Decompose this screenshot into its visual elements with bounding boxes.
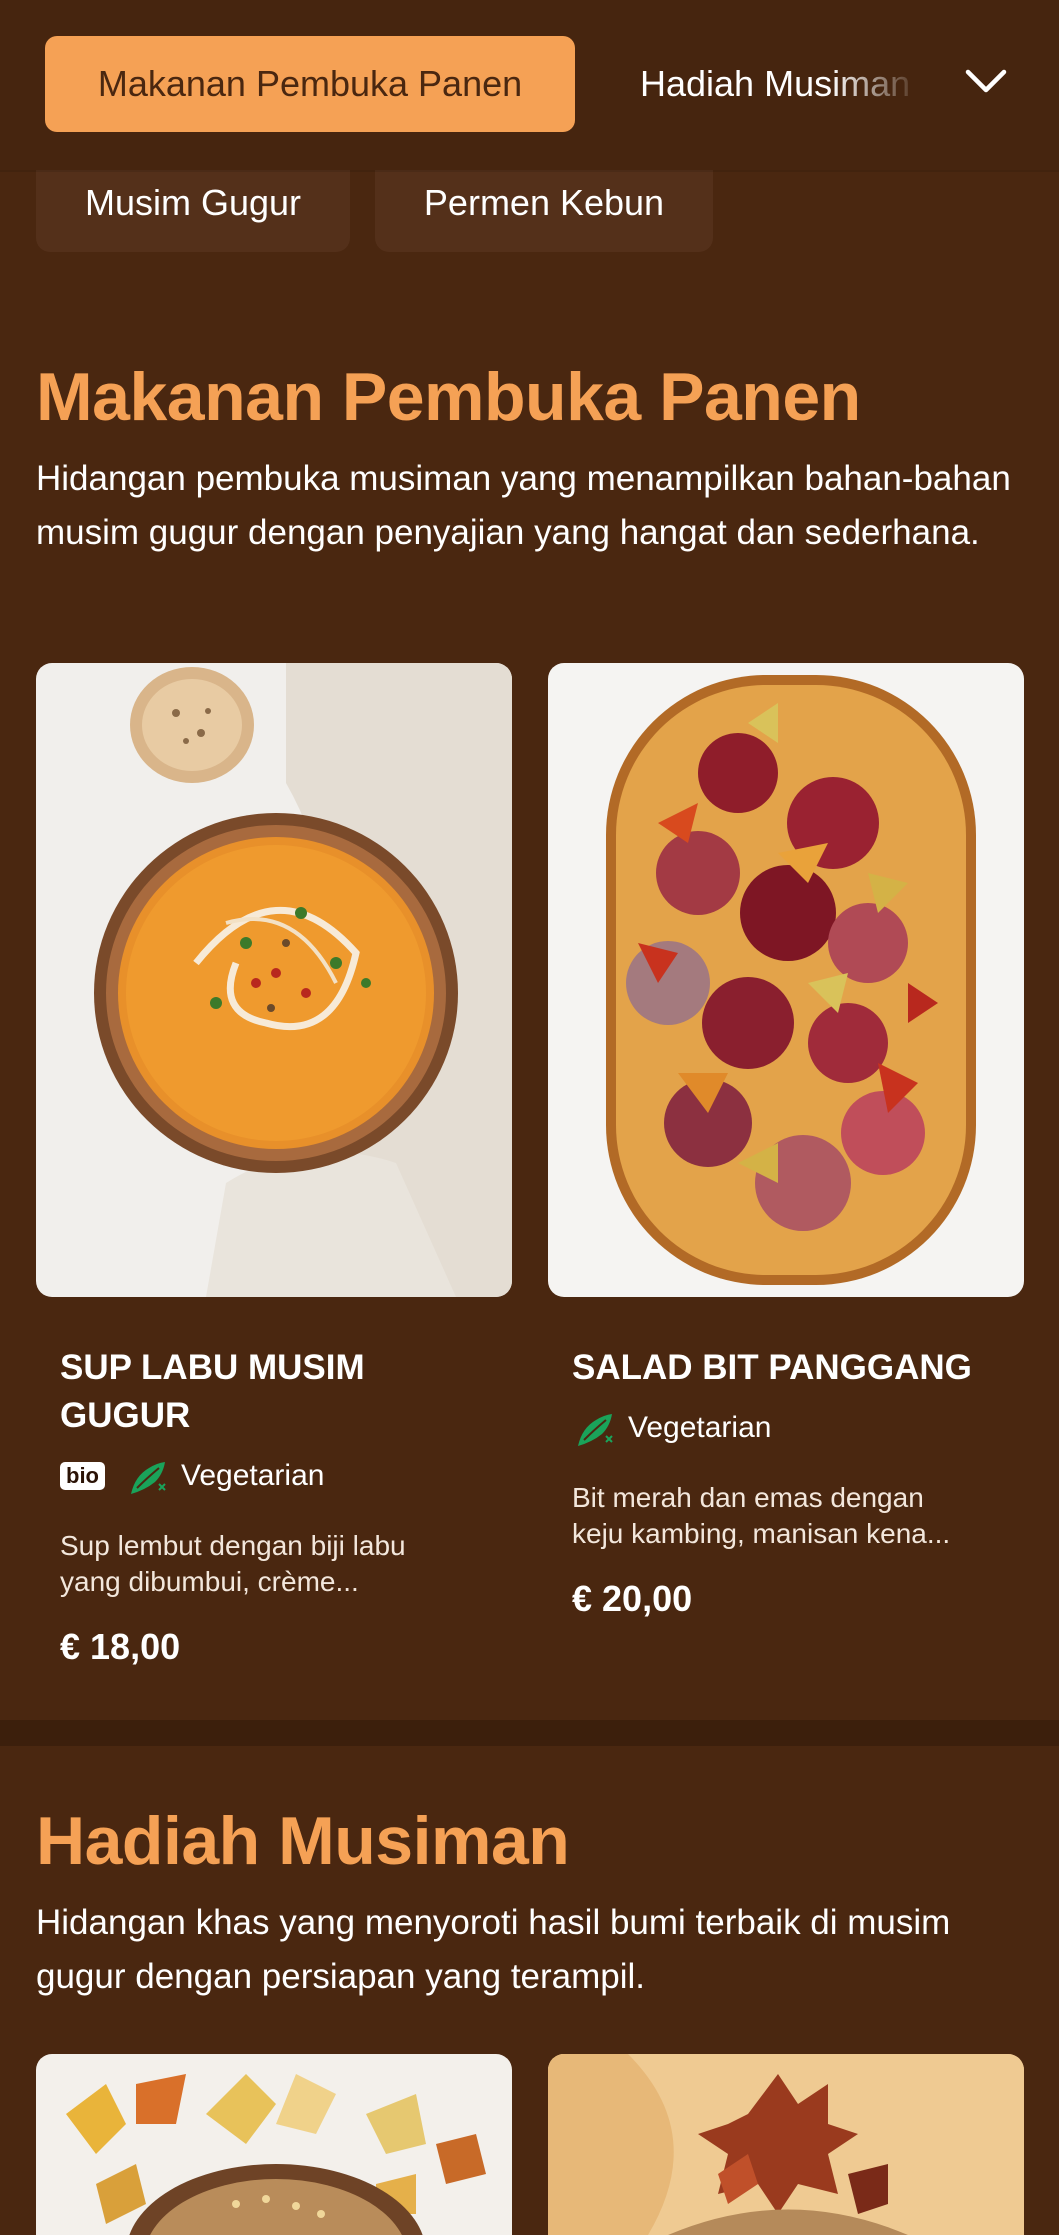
vegetarian-leaf-icon <box>131 1462 166 1494</box>
menu-item-description-line1: Bit merah dan emas dengan <box>572 1482 924 1513</box>
autumn-dish-photo[interactable] <box>548 2054 1024 2235</box>
menu-item-description-line1: Sup lembut dengan biji labu <box>60 1530 406 1561</box>
roasted-beets-photo[interactable] <box>548 663 1024 1297</box>
menu-item-name-line2: GUGUR <box>60 1396 191 1435</box>
diet-label: Vegetarian <box>628 1411 772 1444</box>
pumpkin-soup-photo[interactable] <box>36 663 512 1297</box>
diet-label: Vegetarian <box>181 1459 325 1492</box>
bio-badge: bio <box>60 1462 105 1490</box>
menu-item-name-line1: SALAD BIT PANGGANG <box>572 1348 972 1387</box>
menu-item-tags: Vegetarian <box>572 1406 771 1450</box>
menu-item-tags: bio Vegetarian <box>60 1454 324 1498</box>
category-tab-next[interactable]: Hadiah Musiman <box>640 36 940 132</box>
section-title-pembuka: Makanan Pembuka Panen <box>36 359 861 435</box>
menu-item-price: € 18,00 <box>60 1626 181 1667</box>
vegetarian-leaf-icon <box>578 1414 613 1446</box>
menu-item-name[interactable]: SUP LABU MUSIM GUGUR <box>60 1344 490 1440</box>
menu-item-description-line2: yang dibumbui, crème... <box>60 1566 359 1597</box>
autumn-dish-photo[interactable] <box>36 2054 512 2235</box>
section-description-pembuka: Hidangan pembuka musiman yang menampilka… <box>36 459 1011 552</box>
category-bar: Makanan Pembuka Panen Hadiah Musiman <box>0 0 1059 170</box>
menu-item-description-line2: keju kambing, manisan kena... <box>572 1518 951 1549</box>
menu-item-description: Sup lembut dengan biji labu yang dibumbu… <box>60 1528 490 1600</box>
category-tab-active[interactable]: Makanan Pembuka Panen <box>45 36 575 132</box>
menu-item-price: € 20,00 <box>572 1578 693 1619</box>
menu-item-name[interactable]: SALAD BIT PANGGANG <box>572 1344 1002 1392</box>
menu-item-name-line1: SUP LABU MUSIM <box>60 1348 365 1387</box>
menu-item-description: Bit merah dan emas dengan keju kambing, … <box>572 1480 1002 1552</box>
chevron-down-icon[interactable] <box>955 50 1017 112</box>
section-description-hadiah: Hidangan khas yang menyoroti hasil bumi … <box>36 1903 951 1996</box>
section-title-hadiah: Hadiah Musiman <box>36 1803 570 1879</box>
section-divider <box>0 1720 1059 1746</box>
